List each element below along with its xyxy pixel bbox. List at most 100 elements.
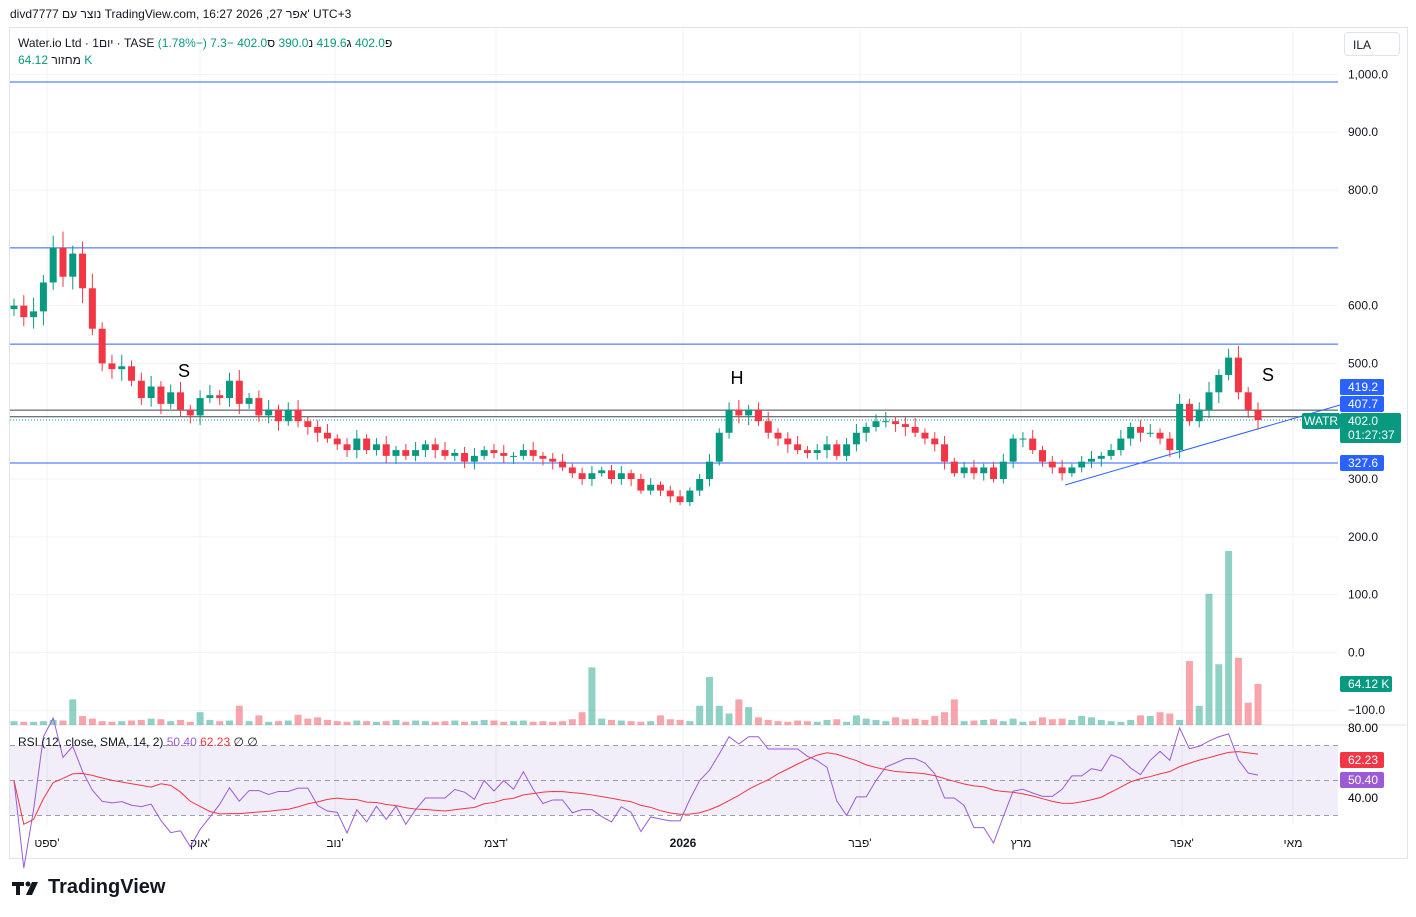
level-badge-text: 327.6 xyxy=(1348,456,1378,470)
candle-body xyxy=(196,398,204,416)
volume-bar xyxy=(1244,702,1252,725)
candle-body xyxy=(941,444,949,462)
candle-body xyxy=(999,461,1007,479)
volume-bar xyxy=(696,705,704,725)
volume-bar xyxy=(1205,593,1213,725)
candle-body xyxy=(833,444,841,456)
open-value: 402.0 xyxy=(354,36,385,50)
volume-bar xyxy=(20,721,28,725)
candle-body xyxy=(1185,403,1193,422)
tv-logo-icon xyxy=(12,881,38,895)
volume-bar xyxy=(421,721,429,725)
candle-body xyxy=(382,444,390,456)
candle-body xyxy=(235,380,243,404)
candle-body xyxy=(343,444,351,451)
candle-body xyxy=(872,421,880,427)
candle-body xyxy=(39,282,47,312)
volume-bar xyxy=(1107,721,1115,725)
rsi-value-badge-text: 50.40 xyxy=(1348,773,1378,787)
candle-body xyxy=(539,455,547,459)
candle-body xyxy=(137,380,145,399)
month-label: אפר' xyxy=(1170,836,1194,850)
candle-body xyxy=(500,452,508,456)
candle-body xyxy=(392,450,400,456)
volume-bar xyxy=(314,717,322,725)
high-value: 419.6 xyxy=(316,36,347,50)
price-tick: 0.0 xyxy=(1348,645,1365,659)
volume-bar xyxy=(941,712,949,725)
volume-bar xyxy=(784,721,792,725)
volume-bar xyxy=(343,721,351,725)
candle-body xyxy=(970,467,978,474)
pattern-label: H xyxy=(731,368,744,388)
last-price-text: 402.0 xyxy=(1348,414,1378,428)
candle-body xyxy=(1215,374,1223,393)
candle-body xyxy=(186,409,194,416)
candle-body xyxy=(147,386,155,399)
candle-body xyxy=(1166,438,1174,451)
candle-body xyxy=(1087,458,1095,462)
candle-body xyxy=(705,461,713,479)
volume-bar xyxy=(372,721,380,725)
volume-bar xyxy=(1185,661,1193,725)
volume-bar xyxy=(637,721,645,725)
pattern-label: S xyxy=(178,361,190,381)
volume-bar xyxy=(470,721,478,725)
volume-bar xyxy=(412,720,420,725)
candle-body xyxy=(206,395,214,399)
month-label: נוב' xyxy=(326,836,343,850)
candle-body xyxy=(823,444,831,451)
price-tick: 600.0 xyxy=(1348,299,1378,313)
candle-body xyxy=(960,467,968,474)
candle-body xyxy=(353,438,361,451)
volume-bar xyxy=(108,721,116,725)
price-chart[interactable]: 1,000.0 900.0 800.0 600.0 500.0 300.0 200.0 100… xyxy=(0,0,1416,917)
candle-body xyxy=(59,247,67,277)
volume-bar xyxy=(931,716,939,725)
candle-body xyxy=(402,450,410,456)
volume-bar xyxy=(118,721,126,725)
candle-body xyxy=(950,461,958,474)
volume-bar xyxy=(647,721,655,725)
volume-bar xyxy=(960,721,968,725)
volume-bar xyxy=(578,712,586,725)
candle-body xyxy=(901,424,909,427)
price-tick: 900.0 xyxy=(1348,125,1378,139)
candle-body xyxy=(862,426,870,433)
candle-body xyxy=(1244,392,1252,410)
volume-bar xyxy=(715,705,723,725)
candle-body xyxy=(715,432,723,462)
volume-bar xyxy=(79,716,87,725)
month-label: מאי xyxy=(1284,836,1303,850)
candle-body xyxy=(519,450,527,456)
volume-bar xyxy=(1234,657,1242,725)
volume-bar xyxy=(333,721,341,725)
tradingview-logo: TradingView xyxy=(12,876,165,899)
candle-body xyxy=(666,490,674,497)
candle-body xyxy=(30,311,38,318)
volume-bar xyxy=(568,719,576,725)
volume-bar xyxy=(157,719,165,725)
volume-bar xyxy=(392,719,400,725)
candle-body xyxy=(1176,403,1184,451)
volume-bar xyxy=(539,721,547,725)
volume-bar xyxy=(1136,715,1144,725)
candle-body xyxy=(274,409,282,422)
price-tick: 100.0 xyxy=(1348,588,1378,602)
volume-bar xyxy=(598,718,606,725)
volume-bar xyxy=(1068,719,1076,725)
volume-bar xyxy=(852,715,860,725)
volume-bar xyxy=(1166,713,1174,725)
volume-bar xyxy=(461,721,469,725)
level-badge-text: 419.2 xyxy=(1348,380,1378,394)
volume-bar xyxy=(1156,712,1164,725)
candle-body xyxy=(852,432,860,445)
candle-body xyxy=(118,366,126,370)
candle-body xyxy=(1156,432,1164,439)
candle-body xyxy=(88,288,96,329)
candle-body xyxy=(1107,450,1115,456)
price-tick: 800.0 xyxy=(1348,183,1378,197)
price-tick: 300.0 xyxy=(1348,472,1378,486)
currency-button[interactable]: ILA xyxy=(1344,32,1400,56)
volume-bar xyxy=(284,720,292,725)
